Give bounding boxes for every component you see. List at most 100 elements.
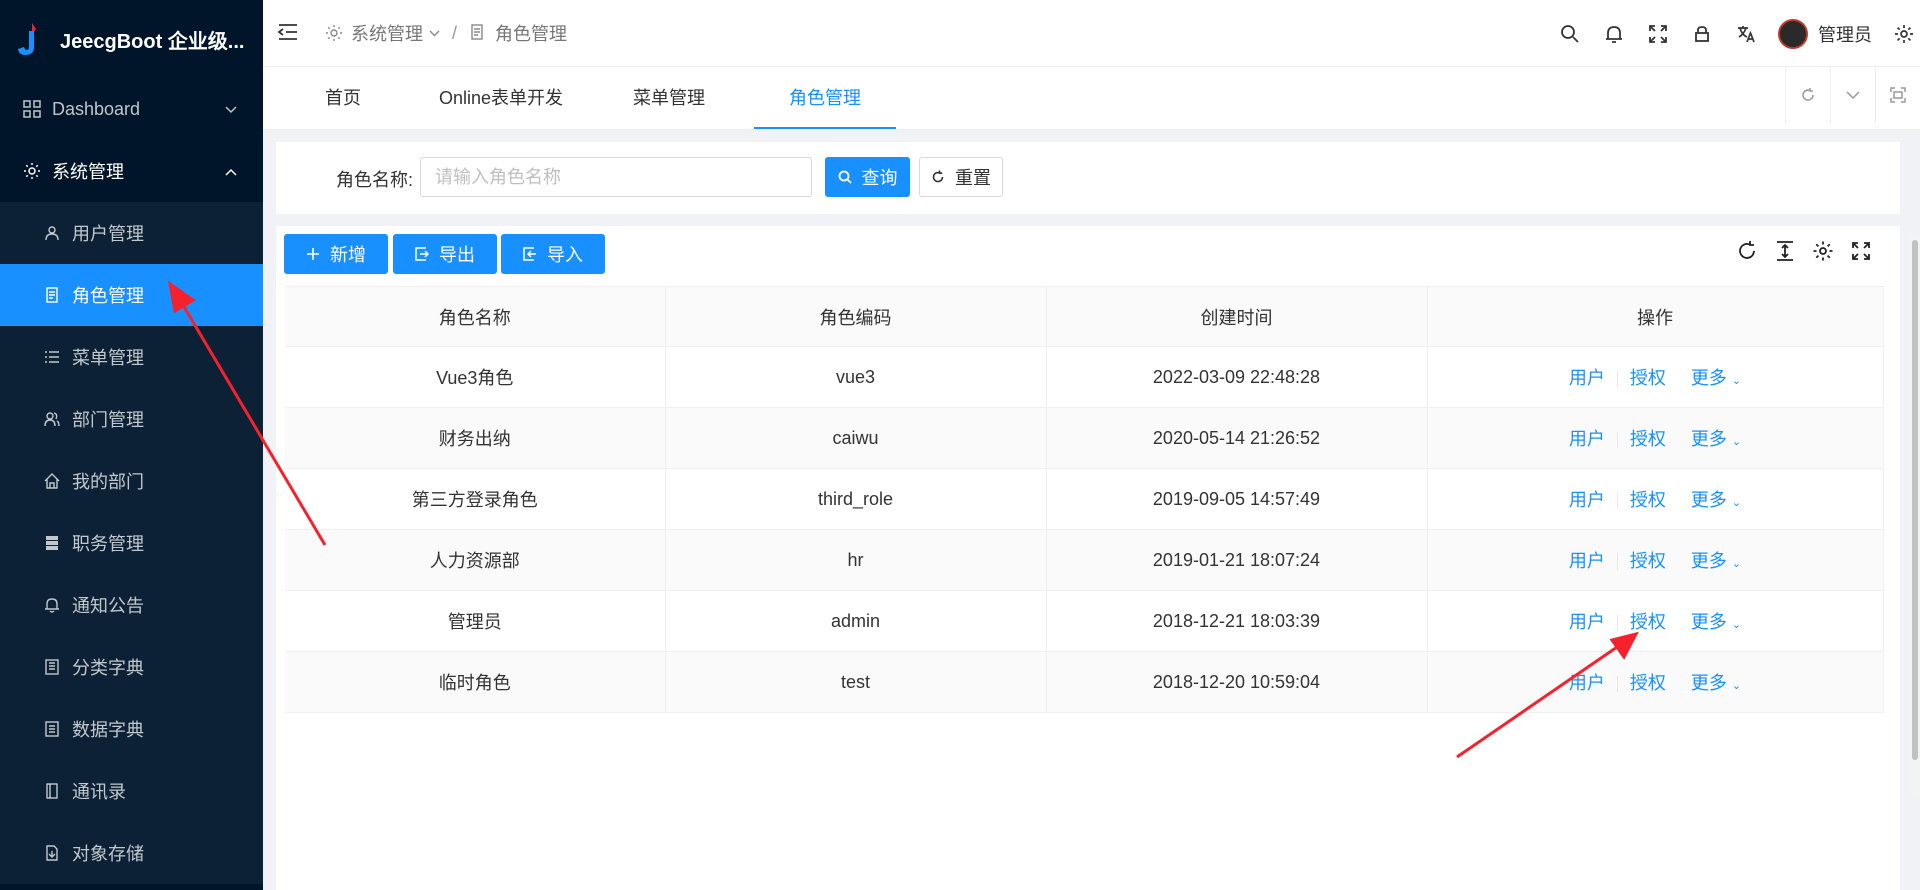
menu-fold-icon[interactable]	[277, 21, 301, 45]
import-icon	[523, 247, 537, 261]
column-header-created-time[interactable]: 创建时间	[1046, 286, 1428, 347]
role-name-search-input[interactable]	[420, 157, 812, 197]
auth-link[interactable]: 授权	[1630, 612, 1666, 632]
translate-icon[interactable]	[1724, 0, 1768, 67]
role-name-cell: 人力资源部	[285, 529, 666, 591]
app-title: JeecgBoot 企业级...	[60, 30, 245, 53]
chevron-down-icon: ⌄	[1731, 558, 1742, 570]
add-button[interactable]: 新增	[284, 234, 388, 274]
sidebar-item-category-dict[interactable]: 分类字典	[0, 636, 263, 698]
chevron-down-icon[interactable]	[429, 30, 440, 37]
auth-link[interactable]: 授权	[1630, 429, 1666, 449]
more-label: 更多	[1690, 612, 1727, 632]
column-height-icon[interactable]	[1774, 240, 1796, 262]
column-header-role-code[interactable]: 角色编码	[665, 286, 1047, 347]
book-icon	[42, 657, 62, 677]
sidebar-item-data-dict[interactable]: 数据字典	[0, 698, 263, 760]
divider	[1616, 371, 1618, 388]
role-code-cell: third_role	[665, 468, 1047, 530]
more-dropdown[interactable]: 更多 ⌄	[1691, 551, 1741, 571]
fullscreen-icon[interactable]	[1850, 240, 1872, 262]
chevron-down-icon[interactable]	[1830, 67, 1875, 123]
user-link[interactable]: 用户	[1569, 551, 1605, 571]
reset-button-label: 重置	[955, 168, 991, 188]
auth-link[interactable]: 授权	[1630, 551, 1666, 571]
sidebar-item-label: 数据字典	[72, 720, 144, 740]
table-row[interactable]: 第三方登录角色 third_role 2019-09-05 14:57:49 用…	[285, 468, 1884, 530]
chevron-down-icon: ⌄	[1731, 436, 1742, 448]
table-row[interactable]: 临时角色 test 2018-12-20 10:59:04 用户 授权 更多 ⌄	[285, 651, 1884, 713]
more-dropdown[interactable]: 更多 ⌄	[1691, 673, 1741, 693]
sidebar-item-menu-management[interactable]: 菜单管理	[0, 326, 263, 388]
sidebar-item-notices[interactable]: 通知公告	[0, 574, 263, 636]
sidebar-item-department-management[interactable]: 部门管理	[0, 388, 263, 450]
role-table: 角色名称 角色编码 创建时间 操作 Vue3角色 vue3 2022-03-09…	[285, 286, 1884, 713]
sidebar-item-system[interactable]: 系统管理	[0, 140, 263, 202]
role-name-cell: Vue3角色	[285, 346, 666, 408]
table-row[interactable]: 管理员 admin 2018-12-21 18:03:39 用户 授权 更多 ⌄	[285, 590, 1884, 652]
created-time-cell: 2018-12-20 10:59:04	[1046, 651, 1428, 713]
more-dropdown[interactable]: 更多 ⌄	[1691, 490, 1741, 510]
sidebar-item-role-management[interactable]: 角色管理	[0, 264, 263, 326]
user-link[interactable]: 用户	[1569, 368, 1605, 388]
sidebar-submenu-system: 用户管理 角色管理 菜单管理 部门管理 我的部门 职务管理 通知公告 分类字典	[0, 202, 263, 884]
page-scrollbar-thumb[interactable]	[1912, 240, 1918, 760]
settings-icon[interactable]	[1812, 240, 1834, 262]
table-row[interactable]: 人力资源部 hr 2019-01-21 18:07:24 用户 授权 更多 ⌄	[285, 529, 1884, 591]
expand-icon[interactable]	[1875, 67, 1920, 123]
table-row[interactable]: Vue3角色 vue3 2022-03-09 22:48:28 用户 授权 更多 ⌄	[285, 346, 1884, 408]
created-time-cell: 2019-09-05 14:57:49	[1046, 468, 1428, 530]
tab-online-form[interactable]: Online表单开发	[421, 67, 581, 129]
logo[interactable]: JeecgBoot 企业级...	[0, 0, 263, 78]
bell-icon[interactable]	[1592, 0, 1636, 67]
export-button[interactable]: 导出	[393, 234, 497, 274]
divider	[1678, 493, 1679, 509]
auth-link[interactable]: 授权	[1630, 673, 1666, 693]
fullscreen-icon[interactable]	[1636, 0, 1680, 67]
divider	[1616, 554, 1618, 571]
sidebar-item-dashboard[interactable]: Dashboard	[0, 78, 263, 140]
search-icon[interactable]	[1548, 0, 1592, 67]
sidebar-item-user-management[interactable]: 用户管理	[0, 202, 263, 264]
document-icon	[42, 285, 62, 305]
role-code-cell: test	[665, 651, 1047, 713]
divider	[1616, 493, 1618, 510]
auth-link[interactable]: 授权	[1630, 490, 1666, 510]
breadcrumb-item-system[interactable]: 系统管理	[351, 20, 423, 46]
more-dropdown[interactable]: 更多 ⌄	[1691, 429, 1741, 449]
auth-link[interactable]: 授权	[1630, 368, 1666, 388]
user-link[interactable]: 用户	[1569, 490, 1605, 510]
divider	[1616, 432, 1618, 449]
sidebar-item-position-management[interactable]: 职务管理	[0, 512, 263, 574]
user-link[interactable]: 用户	[1569, 429, 1605, 449]
user-link[interactable]: 用户	[1569, 612, 1605, 632]
chevron-down-icon: ⌄	[1731, 619, 1742, 631]
user-link[interactable]: 用户	[1569, 673, 1605, 693]
sidebar-item-contacts[interactable]: 通讯录	[0, 760, 263, 822]
lock-icon[interactable]	[1680, 0, 1724, 67]
tab-role-management[interactable]: 角色管理	[754, 67, 896, 129]
role-code-cell: hr	[665, 529, 1047, 591]
column-header-role-name[interactable]: 角色名称	[285, 286, 666, 347]
reset-button[interactable]: 重置	[919, 157, 1003, 197]
reload-icon[interactable]	[1785, 67, 1830, 123]
tab-menu-management[interactable]: 菜单管理	[619, 67, 719, 129]
refresh-icon[interactable]	[1736, 240, 1758, 262]
actions-cell: 用户 授权 更多 ⌄	[1427, 346, 1884, 408]
table-row[interactable]: 财务出纳 caiwu 2020-05-14 21:26:52 用户 授权 更多 ⌄	[285, 407, 1884, 469]
tab-home[interactable]: 首页	[303, 67, 383, 129]
more-dropdown[interactable]: 更多 ⌄	[1691, 368, 1741, 388]
more-dropdown[interactable]: 更多 ⌄	[1691, 612, 1741, 632]
created-time-cell: 2018-12-21 18:03:39	[1046, 590, 1428, 652]
settings-icon[interactable]	[1888, 0, 1920, 67]
user-name[interactable]: 管理员	[1818, 21, 1872, 47]
role-code-cell: caiwu	[665, 407, 1047, 469]
query-button[interactable]: 查询	[825, 157, 910, 197]
dictionary-icon	[42, 719, 62, 739]
sidebar-item-object-storage[interactable]: 对象存储	[0, 822, 263, 884]
breadcrumb-item-role: 角色管理	[495, 24, 568, 44]
import-button[interactable]: 导入	[501, 234, 605, 274]
more-label: 更多	[1690, 673, 1727, 693]
avatar[interactable]	[1778, 18, 1808, 49]
sidebar-item-my-department[interactable]: 我的部门	[0, 450, 263, 512]
